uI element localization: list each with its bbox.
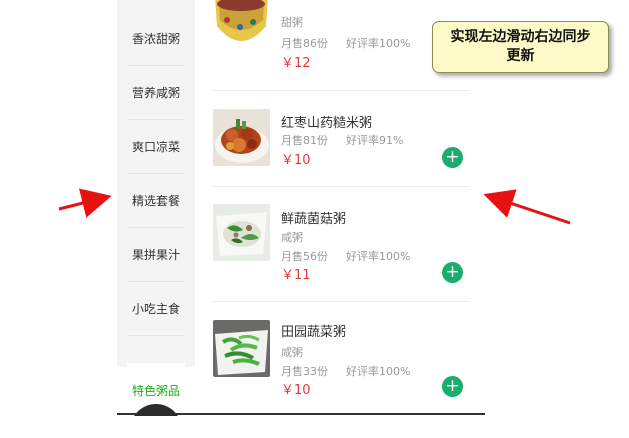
product-rating: 好评率100% [346, 37, 411, 50]
product-price: ￥10 [281, 383, 311, 398]
sidebar-item-fruit-juice[interactable]: 果拼果汁 [127, 228, 185, 282]
product-price: ￥10 [281, 153, 311, 168]
right-arrow-icon [483, 189, 571, 225]
product-item[interactable]: 田园蔬菜粥 咸粥 月售33份 好评率100% ￥10 + [213, 302, 470, 413]
product-image [213, 320, 270, 377]
product-category: 咸粥 [281, 346, 303, 359]
sidebar-item-label: 精选套餐 [131, 194, 180, 208]
product-item[interactable]: 红枣山药糙米粥 月售81份 好评率91% ￥10 + [213, 91, 470, 187]
product-category: 甜粥 [281, 16, 303, 29]
product-sales: 月售81份 [281, 134, 328, 147]
sidebar-item-label: 爽口凉菜 [131, 140, 180, 154]
product-sales: 月售86份 [281, 37, 328, 50]
product-item[interactable]: 鲜蔬菌菇粥 咸粥 月售56份 好评率100% ￥11 + [213, 187, 470, 302]
left-arrow-icon [58, 188, 112, 218]
annotation-text: 实现左边滑动右边同步更新 [450, 29, 591, 64]
product-price: ￥12 [281, 56, 311, 71]
product-image [213, 109, 270, 166]
product-rating: 好评率100% [346, 250, 411, 263]
product-image [213, 0, 270, 53]
sidebar-item-label: 香浓甜粥 [131, 32, 180, 46]
plus-circle-icon[interactable]: + [442, 376, 463, 397]
product-category: 咸粥 [281, 231, 303, 244]
plus-circle-icon[interactable]: + [442, 262, 463, 283]
product-name: 田园蔬菜粥 [281, 325, 347, 340]
sidebar-item-savory-porridge[interactable]: 营养咸粥 [127, 66, 185, 120]
product-sales: 月售56份 [281, 250, 328, 263]
sidebar-item-snacks[interactable]: 小吃主食 [127, 282, 185, 336]
sidebar-item-cold-dishes[interactable]: 爽口凉菜 [127, 120, 185, 174]
product-name: 鲜蔬菌菇粥 [281, 212, 347, 227]
sidebar-item-label: 果拼果汁 [131, 248, 180, 262]
product-rating: 好评率100% [346, 365, 411, 378]
sidebar-item-set-meals[interactable]: 精选套餐 [127, 174, 185, 228]
sidebar-item-sweet-porridge[interactable]: 香浓甜粥 [127, 12, 185, 66]
product-rating: 好评率91% [346, 134, 404, 147]
annotation-callout: 实现左边滑动右边同步更新 [432, 21, 609, 73]
plus-circle-icon[interactable]: + [442, 147, 463, 168]
product-image [213, 204, 270, 261]
sidebar-item-label: 小吃主食 [131, 302, 180, 316]
product-price: ￥11 [281, 268, 311, 283]
app-screen: 香浓甜粥 营养咸粥 爽口凉菜 精选套餐 果拼果汁 小吃主食 特色粥品 甜粥 月售… [117, 0, 485, 416]
product-sales: 月售33份 [281, 365, 328, 378]
category-sidebar: 香浓甜粥 营养咸粥 爽口凉菜 精选套餐 果拼果汁 小吃主食 特色粥品 [117, 0, 195, 416]
sidebar-item-label: 营养咸粥 [131, 86, 180, 100]
sidebar-item-label: 特色粥品 [131, 383, 180, 398]
product-name: 红枣山药糙米粥 [281, 116, 373, 131]
